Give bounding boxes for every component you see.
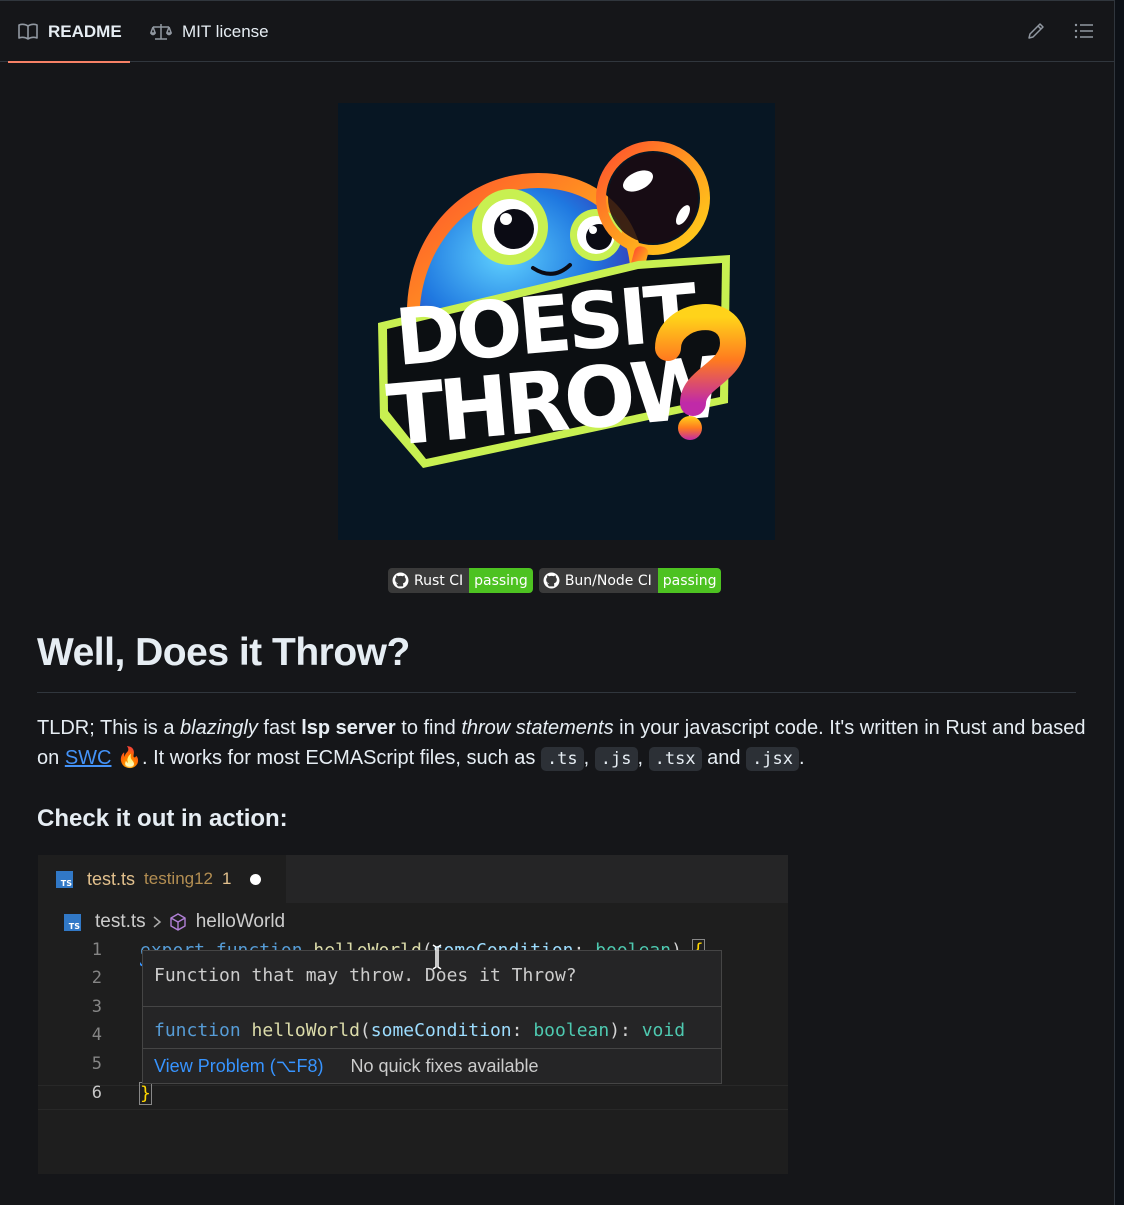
pencil-icon bbox=[1028, 23, 1044, 39]
intro-text: and bbox=[701, 747, 747, 769]
hover-message: Function that may throw. Does it Throw? bbox=[154, 965, 577, 986]
breadcrumb-symbol: helloWorld bbox=[195, 911, 286, 932]
github-icon bbox=[543, 572, 560, 589]
github-icon bbox=[392, 572, 409, 589]
inline-code: .ts bbox=[540, 747, 584, 771]
rust-ci-badge[interactable]: Rust CI passing bbox=[388, 568, 533, 593]
cube-icon bbox=[169, 913, 186, 931]
hover-divider bbox=[143, 1006, 721, 1007]
intro-paragraph: TLDR; This is a blazingly fast lsp serve… bbox=[37, 713, 1087, 774]
inline-code: .jsx bbox=[746, 747, 800, 771]
intro-text: TLDR; This is a bbox=[37, 717, 180, 739]
editor-demo-image: TS test.ts testing12 1 TS test.ts helloW… bbox=[38, 855, 788, 1174]
tab-license-label: MIT license bbox=[182, 21, 269, 41]
list-unordered-icon bbox=[1074, 23, 1093, 39]
intro-emphasis: blazingly bbox=[180, 717, 258, 739]
tab-readme-label: README bbox=[48, 21, 122, 41]
hover-divider bbox=[143, 1048, 721, 1049]
line-number: 3 bbox=[91, 997, 102, 1017]
typescript-file-icon: TS bbox=[56, 870, 73, 888]
breadcrumb-file: test.ts bbox=[95, 911, 146, 932]
readme-panel: README MIT license DOESIT THROW Rust CI … bbox=[0, 0, 1115, 1205]
fire-emoji: 🔥 bbox=[117, 747, 142, 769]
code-text: } bbox=[139, 1082, 152, 1105]
outline-button[interactable] bbox=[1072, 19, 1096, 43]
inline-code: .tsx bbox=[648, 747, 702, 771]
editor-tab-problem-count: 1 bbox=[222, 869, 232, 888]
intro-emphasis: throw statements bbox=[461, 717, 614, 739]
intro-text: , bbox=[637, 747, 649, 769]
hover-signature: function helloWorld(someCondition: boole… bbox=[154, 1020, 686, 1041]
line-number: 5 bbox=[91, 1054, 102, 1074]
edit-button[interactable] bbox=[1024, 19, 1048, 43]
inline-code: .js bbox=[594, 747, 638, 771]
editor-tab-strip bbox=[286, 855, 788, 903]
line-number: 1 bbox=[91, 940, 102, 960]
does-it-throw-logo: DOESIT THROW bbox=[338, 103, 775, 540]
typescript-file-icon: TS bbox=[64, 913, 81, 931]
no-quick-fixes-text: No quick fixes available bbox=[350, 1056, 539, 1076]
breadcrumb: TS test.ts helloWorld bbox=[64, 911, 285, 933]
law-icon bbox=[150, 23, 172, 40]
intro-strong: lsp server bbox=[301, 717, 396, 739]
view-problem-link: View Problem (⌥F8) bbox=[154, 1056, 324, 1076]
book-icon bbox=[18, 23, 38, 40]
line-number: 2 bbox=[91, 968, 102, 988]
intro-text: . It works for most ECMAScript files, su… bbox=[141, 747, 541, 769]
intro-text: to find bbox=[395, 717, 462, 739]
line-number: 6 bbox=[91, 1083, 102, 1103]
hover-actions: View Problem (⌥F8) No quick fixes availa… bbox=[154, 1056, 539, 1077]
editor-tab: TS test.ts testing12 1 bbox=[38, 855, 286, 903]
ci-badges: Rust CI passing Bun/Node CI passing bbox=[388, 568, 722, 593]
line-number: 4 bbox=[91, 1025, 102, 1045]
badge-label: Bun/Node CI bbox=[564, 572, 652, 589]
swc-link[interactable]: SWC bbox=[65, 747, 112, 769]
bun-node-ci-badge[interactable]: Bun/Node CI passing bbox=[538, 568, 722, 593]
readme-tab-bar: README MIT license bbox=[0, 1, 1115, 63]
badge-status: passing bbox=[469, 568, 533, 593]
intro-text: fast bbox=[257, 717, 302, 739]
intro-text: . bbox=[799, 747, 805, 769]
tab-license[interactable]: MIT license bbox=[150, 1, 269, 62]
unsaved-dot-icon bbox=[250, 873, 262, 885]
title-divider bbox=[37, 692, 1076, 693]
editor-tab-name: test.ts bbox=[87, 868, 136, 889]
chevron-right-icon bbox=[153, 916, 161, 928]
editor-tab-desc: testing12 bbox=[144, 869, 214, 888]
badge-status: passing bbox=[657, 568, 722, 593]
code-line: 6 } bbox=[38, 1082, 788, 1112]
section-heading: Check it out in action: bbox=[37, 805, 288, 832]
page-title: Well, Does it Throw? bbox=[37, 631, 410, 674]
text-cursor-icon bbox=[432, 944, 442, 970]
intro-text: , bbox=[583, 747, 595, 769]
badge-label: Rust CI bbox=[414, 572, 464, 589]
tab-readme[interactable]: README bbox=[8, 1, 130, 63]
